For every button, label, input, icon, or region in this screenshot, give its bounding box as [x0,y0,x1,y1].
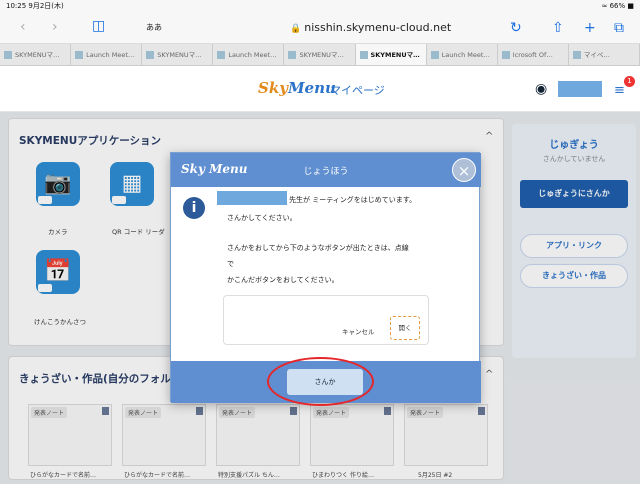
tab-8[interactable]: マイペ… [569,44,640,65]
dialog-line-3: さんかをおしてから下のようなボタンが出たときは、点線 [227,244,409,252]
reader-button[interactable]: ああ [146,22,162,33]
tab-favicon [572,51,581,59]
tab-favicon [4,51,12,59]
dialog-line-1: 先生が ミーティングをはじめています。 [289,196,417,204]
page-title: マイページ [330,84,385,97]
tab-label: SKYMENUマ… [157,51,202,59]
tab-label: Launch Meet… [441,51,490,59]
back-icon[interactable]: ‹ [20,19,26,35]
example-button-box: キャンセル 開く [223,295,429,345]
new-tab-icon[interactable]: + [584,20,596,36]
tab-favicon [75,51,84,59]
notification-badge: 1 [624,76,635,87]
tab-favicon [501,51,510,59]
tab-label: SKYMENUマ… [15,51,60,59]
tab-label: Launch Meet… [86,51,135,59]
tab-label: Icrosoft Of… [512,51,553,59]
tab-0[interactable]: SKYMENUマ… [0,44,72,65]
dialog-line-4: で [227,260,234,268]
example-open-button: 開く [390,316,420,340]
tab-5-active[interactable]: SKYMENUマ… [355,44,427,65]
tab-6[interactable]: Launch Meet… [427,44,498,65]
logo-part-b: Menu [287,79,336,97]
tab-3[interactable]: Launch Meet… [213,44,285,65]
address-bar[interactable]: 🔒 nisshin.skymenu-cloud.net [290,21,451,34]
status-bar: 10:25 9月2日(木) ≈ 66% ■ [0,0,640,12]
bookmarks-icon[interactable]: ◫ [92,18,105,34]
status-time: 10:25 9月2日(木) [6,2,64,10]
tab-favicon [359,51,368,59]
user-name-redacted[interactable] [558,81,602,97]
app-header: SkyMenu マイページ ◉ ≡ 1 [0,66,640,112]
dialog-line-5: かこんだボタンをおしてください。 [227,276,339,284]
close-icon[interactable]: × [452,158,476,182]
battery-indicator: ≈ 66% ■ [601,2,635,10]
reload-icon[interactable]: ↻ [510,20,522,36]
tab-label: SKYMENUマ… [299,51,344,59]
dialog-line-2: さんかしてください。 [227,214,297,222]
info-icon: i [183,197,205,219]
menu-icon[interactable]: ≡ [614,83,625,98]
tab-favicon [430,51,439,59]
tab-2[interactable]: SKYMENUマ… [142,44,214,65]
skymenu-logo[interactable]: SkyMenu [258,79,336,97]
tab-1[interactable]: Launch Meet… [71,44,143,65]
teacher-name-redacted [217,191,287,205]
dialog-title: じょうほう [303,167,349,177]
forward-icon[interactable]: › [52,19,58,35]
tab-favicon [146,51,155,59]
share-icon[interactable]: ⇧ [552,20,564,36]
user-icon[interactable]: ◉ [535,81,547,97]
highlight-circle [267,357,374,406]
browser-toolbar: ‹ › ◫ ああ 🔒 nisshin.skymenu-cloud.net ↻ ⇧ … [0,12,640,44]
dialog-header: Sky Menu じょうほう × [171,153,481,187]
tab-strip: SKYMENUマ… Launch Meet… SKYMENUマ… Launch … [0,44,640,66]
tabs-overview-icon[interactable]: ⧉ [614,20,624,36]
lock-icon: 🔒 [290,24,302,34]
tab-label: マイペ… [583,51,610,59]
address-domain: nisshin.skymenu-cloud.net [304,21,452,34]
tab-favicon [288,51,297,59]
tab-7[interactable]: Icrosoft Of… [498,44,569,65]
tab-label: SKYMENUマ… [370,51,420,59]
tab-favicon [217,51,226,59]
logo-part-a: Sky [258,79,288,97]
tab-label: Launch Meet… [228,51,277,59]
example-cancel-label: キャンセル [342,328,375,336]
tab-4[interactable]: SKYMENUマ… [284,44,356,65]
